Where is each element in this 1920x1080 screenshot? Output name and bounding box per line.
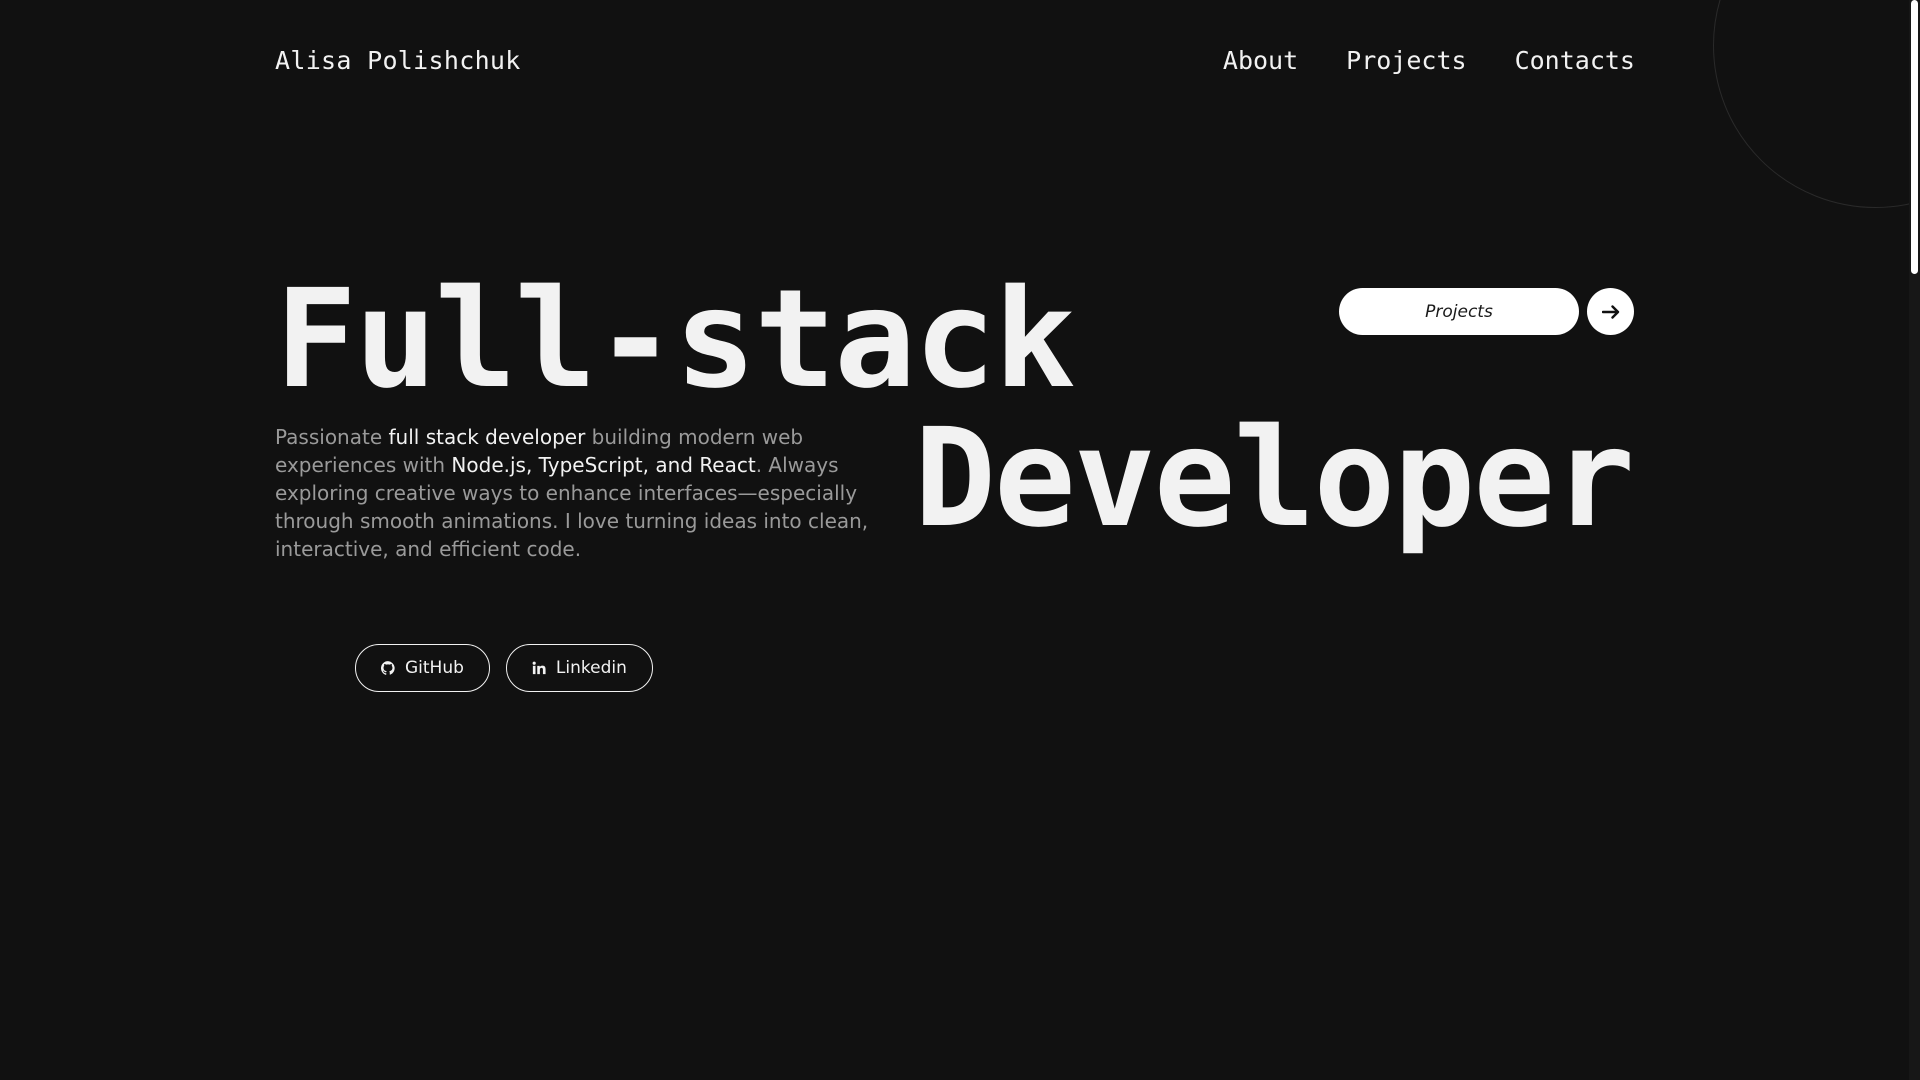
linkedin-icon: [532, 661, 546, 675]
hero-title-line2: Developer: [914, 400, 1635, 558]
hero-title-line1: Full-stack: [275, 261, 1076, 419]
github-label: GitHub: [405, 658, 464, 678]
projects-button[interactable]: Projects: [1339, 288, 1579, 335]
intro-text-part: Passionate: [275, 425, 389, 449]
site-logo[interactable]: Alisa Polishchuk: [275, 46, 521, 75]
nav-link-about[interactable]: About: [1223, 46, 1298, 75]
page: Alisa Polishchuk About Projects Contacts…: [0, 0, 1920, 1080]
projects-arrow-button[interactable]: [1587, 288, 1634, 335]
linkedin-button[interactable]: Linkedin: [505, 644, 653, 692]
projects-cta: Projects: [1339, 288, 1634, 335]
scrollbar-thumb[interactable]: [1911, 0, 1918, 274]
arrow-right-icon: [1601, 304, 1619, 319]
decorative-circle: [1713, 0, 1920, 208]
github-button[interactable]: GitHub: [355, 644, 490, 692]
linkedin-label: Linkedin: [555, 658, 627, 678]
intro-text: Passionate full stack developer building…: [275, 423, 905, 563]
github-icon: [381, 661, 395, 675]
nav-link-contacts[interactable]: Contacts: [1515, 46, 1635, 75]
main-nav: About Projects Contacts: [1223, 46, 1635, 75]
social-links: GitHub Linkedin: [355, 644, 653, 692]
nav-link-projects[interactable]: Projects: [1346, 46, 1466, 75]
intro-highlight-role: full stack developer: [388, 425, 586, 449]
page-scrollbar[interactable]: [1909, 0, 1920, 1080]
intro-highlight-stack: Node.js, TypeScript, and React: [451, 453, 756, 477]
